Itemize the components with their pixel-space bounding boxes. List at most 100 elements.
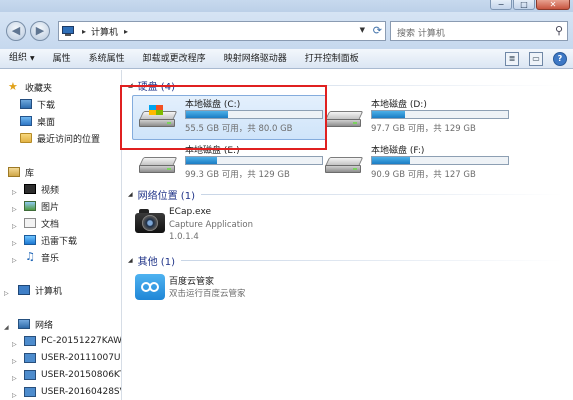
map-drive-button[interactable]: 映射网络驱动器 [215, 49, 296, 69]
group-header-network-location[interactable]: ◢ 网络位置 (1) [123, 187, 563, 202]
breadcrumb-arrow-icon[interactable]: ▸ [82, 27, 86, 36]
network-pc-label: PC-20151227KAWI [41, 336, 122, 346]
ecap-item[interactable]: ECap.exe Capture Application 1.0.1.4 [123, 207, 423, 251]
close-button[interactable]: ✕ [536, 0, 570, 10]
nav-videos[interactable]: 视频 [24, 181, 59, 197]
forward-button[interactable]: ▶ [30, 21, 50, 41]
nav-recent[interactable]: 最近访问的位置 [20, 130, 100, 146]
collapse-arrow-icon: ◢ [128, 190, 133, 198]
minimize-button[interactable]: − [490, 0, 512, 10]
title-bar: − □ ✕ [0, 0, 573, 12]
help-icon[interactable]: ? [553, 52, 567, 66]
network-pc-label: USER-20160428SV [41, 387, 122, 397]
camera-icon [135, 207, 165, 235]
nav-network-pc[interactable]: USER-20150806KT [24, 367, 122, 383]
network-icon [18, 319, 30, 329]
properties-button[interactable]: 属性 [44, 49, 80, 69]
uninstall-button[interactable]: 卸载或更改程序 [134, 49, 215, 69]
network-pc-label: USER-20111007UC [41, 353, 122, 363]
network-pc-label: USER-20150806KT [41, 370, 122, 380]
app-description: Capture Application [169, 220, 253, 230]
back-arrow-icon: ◀ [11, 24, 21, 37]
drive-size: 90.9 GB 可用，共 127 GB [371, 170, 476, 180]
expand-arrow-icon[interactable]: ▷ [12, 392, 17, 399]
computer-icon [62, 25, 76, 37]
nav-pictures[interactable]: 图片 [24, 198, 59, 214]
preview-pane-icon[interactable]: ▭ [529, 52, 543, 66]
organize-label: 组织 [9, 53, 28, 63]
expand-arrow-icon[interactable]: ▷ [12, 341, 17, 348]
search-input[interactable]: 搜索 计算机 ⚲ [390, 21, 568, 41]
view-options-icon[interactable]: ≣ [505, 52, 519, 66]
desktop-icon [20, 116, 32, 126]
nav-music[interactable]: ♫ 音乐 [24, 249, 59, 265]
hard-drive-icon [324, 107, 365, 129]
expand-arrow-icon[interactable]: ▷ [12, 189, 17, 196]
collapse-arrow-icon: ◢ [128, 256, 133, 264]
address-row: ◀ ▶ ▸ 计算机 ▸ ▼ ⟳ 搜索 计算机 ⚲ [0, 12, 573, 49]
back-button[interactable]: ◀ [6, 21, 26, 41]
library-icon [8, 167, 20, 177]
music-icon: ♫ [25, 250, 35, 263]
search-icon[interactable]: ⚲ [555, 24, 563, 37]
system-properties-button[interactable]: 系统属性 [80, 49, 134, 69]
baidu-cloud-icon [135, 274, 165, 300]
control-panel-button[interactable]: 打开控制面板 [296, 49, 368, 69]
nav-downloads[interactable]: 下载 [20, 96, 55, 112]
nav-documents[interactable]: 文档 [24, 215, 59, 231]
group-header-other[interactable]: ◢ 其他 (1) [123, 253, 563, 268]
expand-arrow-icon[interactable]: ▷ [12, 240, 17, 247]
nav-music-label: 音乐 [41, 253, 60, 264]
nav-favorites[interactable]: ★ 收藏夹 [8, 79, 52, 95]
nav-downloads-label: 下载 [37, 100, 56, 111]
nav-pictures-label: 图片 [41, 202, 60, 213]
nav-libraries-label: 库 [25, 168, 35, 179]
nav-network[interactable]: 网络 [18, 316, 53, 332]
download-folder-icon [20, 99, 32, 109]
nav-network-pc[interactable]: PC-20151227KAWI [24, 333, 122, 349]
breadcrumb-arrow-icon[interactable]: ▸ [124, 27, 128, 36]
drive-usage-bar [185, 156, 323, 165]
app-description: 双击运行百度云管家 [169, 289, 246, 299]
usage-fill [186, 157, 218, 164]
group-other-label: 其他 (1) [137, 256, 175, 268]
expand-arrow-icon[interactable]: ▷ [12, 375, 17, 382]
organize-menu[interactable]: 组织 ▼ [0, 48, 44, 69]
nav-network-pc[interactable]: USER-20160428SV [24, 384, 122, 400]
group-netloc-label: 网络位置 (1) [137, 190, 195, 202]
maximize-button[interactable]: □ [513, 0, 535, 10]
navigation-pane: ★ 收藏夹 下载 桌面 最近访问的位置 库 ▷ 视频 ▷ 图片 ▷ 文档 ▷ 迅… [0, 70, 122, 400]
nav-computer-label: 计算机 [35, 286, 63, 297]
thunder-download-icon [24, 235, 36, 245]
refresh-icon[interactable]: ⟳ [373, 24, 382, 37]
network-computer-icon [24, 387, 36, 397]
nav-thunder[interactable]: 迅雷下载 [24, 232, 77, 248]
forward-arrow-icon: ▶ [35, 24, 45, 37]
expand-arrow-icon[interactable]: ▷ [12, 223, 17, 230]
expand-arrow-icon[interactable]: ▷ [12, 257, 17, 264]
hard-drive-icon [324, 153, 365, 175]
video-icon [24, 184, 36, 194]
chevron-down-icon: ▼ [30, 55, 35, 62]
breadcrumb-computer[interactable]: 计算机 [91, 25, 118, 38]
nav-network-pc[interactable]: USER-20111007UC [24, 350, 122, 366]
nav-thunder-label: 迅雷下载 [41, 236, 78, 247]
address-dropdown-icon[interactable]: ▼ [360, 26, 365, 34]
pictures-icon [24, 201, 36, 211]
nav-videos-label: 视频 [41, 185, 60, 196]
nav-libraries[interactable]: 库 [8, 164, 34, 180]
app-version: 1.0.1.4 [169, 232, 199, 242]
expand-arrow-icon[interactable]: ▷ [12, 206, 17, 213]
drive-size: 99.3 GB 可用，共 129 GB [185, 170, 290, 180]
nav-computer[interactable]: 计算机 [18, 282, 62, 298]
baidu-cloud-item[interactable]: 百度云管家 双击运行百度云管家 [123, 274, 423, 318]
star-icon: ★ [8, 80, 18, 93]
expand-arrow-icon[interactable]: ▷ [4, 290, 9, 297]
drive-f[interactable]: 本地磁盘 (F:) 90.9 GB 可用，共 127 GB [321, 143, 511, 183]
collapse-arrow-icon[interactable]: ◢ [4, 324, 9, 331]
address-bar[interactable]: ▸ 计算机 ▸ ▼ ⟳ [58, 21, 386, 41]
expand-arrow-icon[interactable]: ▷ [12, 358, 17, 365]
drive-d[interactable]: 本地磁盘 (D:) 97.7 GB 可用，共 129 GB [321, 97, 511, 137]
drive-size: 97.7 GB 可用，共 129 GB [371, 124, 476, 134]
nav-desktop[interactable]: 桌面 [20, 113, 55, 129]
